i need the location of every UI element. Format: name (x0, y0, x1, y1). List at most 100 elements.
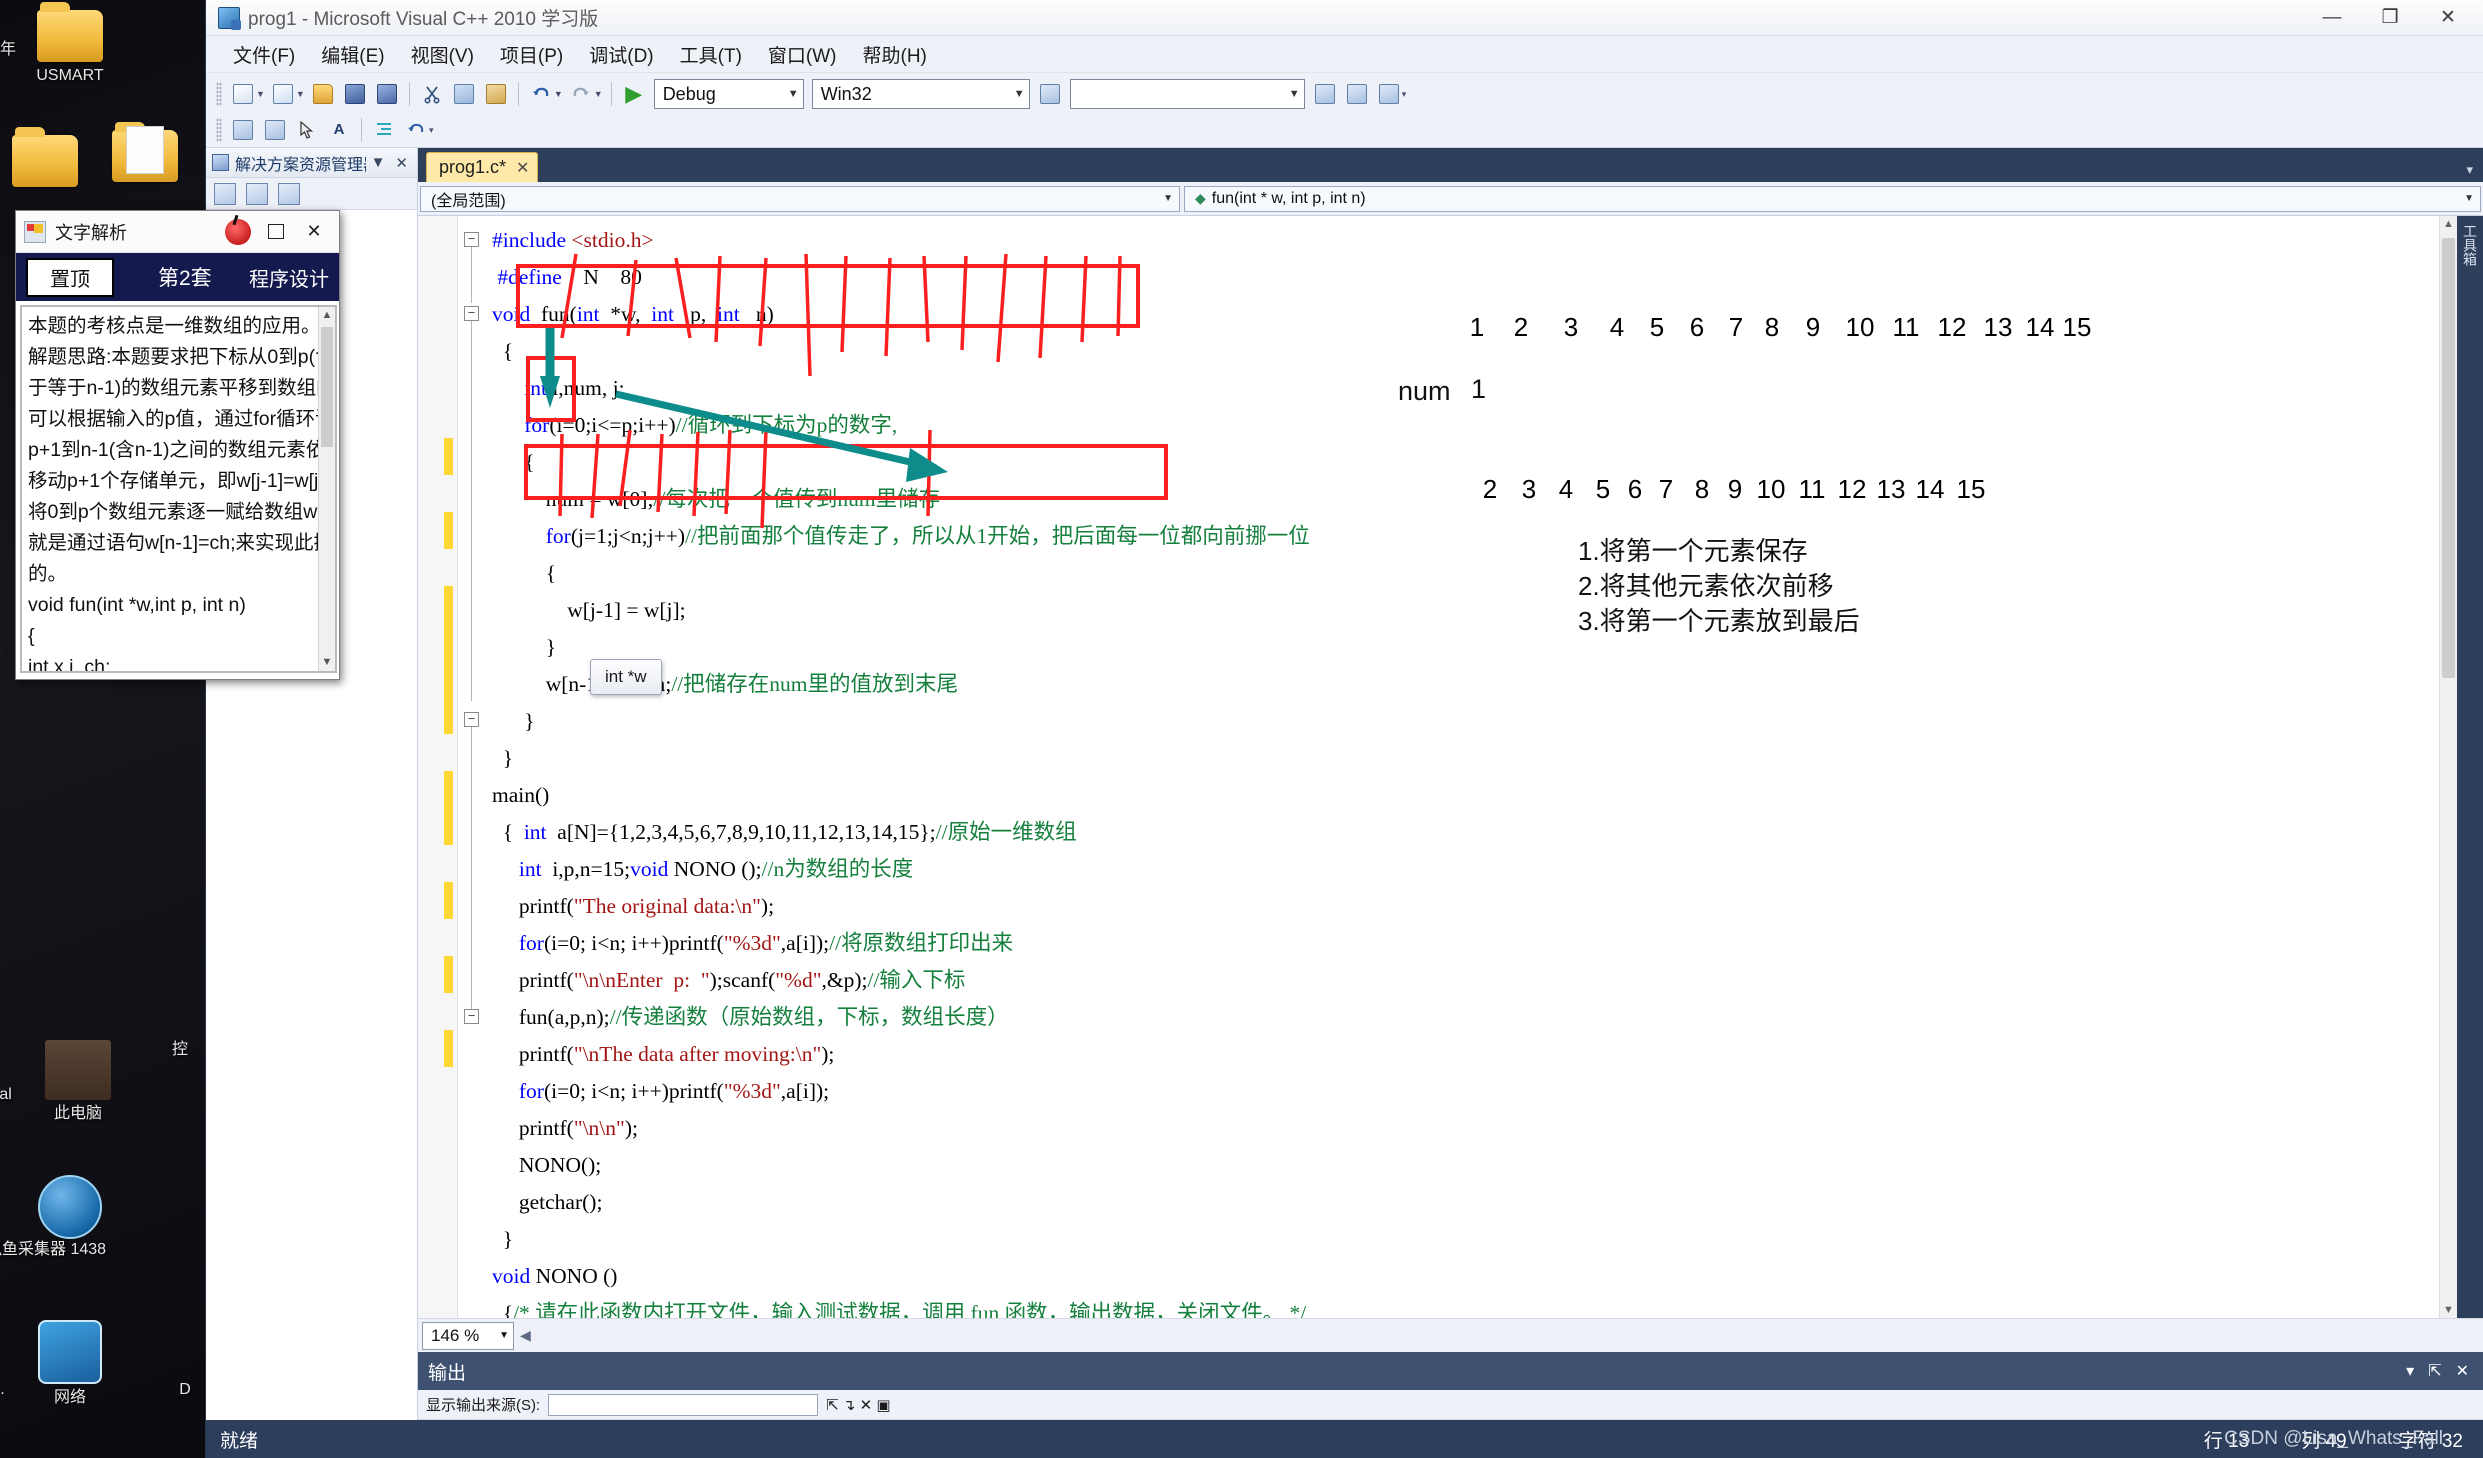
font-button[interactable]: A (324, 115, 354, 145)
editor-horizontal-scrollbar[interactable] (542, 1325, 2477, 1346)
desktop-icon-this-pc[interactable]: 此电脑 (28, 1040, 128, 1123)
toolbar-separator (610, 82, 612, 106)
array-cell: 7 (1658, 474, 1674, 504)
desktop-icon-documents[interactable] (95, 122, 195, 186)
menu-debug[interactable]: 调试(D) (576, 37, 666, 72)
dropdown-icon[interactable]: ▾ (2406, 1361, 2414, 1381)
new-project-button[interactable] (268, 79, 298, 109)
scrollbar-thumb[interactable] (321, 327, 333, 447)
close-icon[interactable]: ✕ (2456, 1361, 2469, 1381)
menu-project[interactable]: 项目(P) (487, 37, 576, 72)
notification-icon[interactable] (225, 218, 251, 245)
array-cell: 5 (1649, 312, 1665, 342)
fold-toggle-main[interactable]: − (464, 712, 479, 727)
maximize-button[interactable]: ❐ (2361, 1, 2419, 35)
menu-edit[interactable]: 编辑(E) (308, 37, 397, 72)
configuration-combo[interactable]: Debug ▼ (653, 79, 804, 109)
code-surface[interactable]: − − − − #include <stdio.h> #define N 80 … (458, 216, 2439, 1318)
refresh-icon[interactable] (278, 182, 300, 205)
find-combo[interactable]: ▼ (1069, 79, 1305, 109)
tab-overflow-icon[interactable]: ▾ (2466, 162, 2483, 182)
pointer-button[interactable] (292, 115, 322, 145)
scroll-down-icon[interactable]: ▼ (322, 654, 333, 671)
output-source-combo[interactable] (548, 1393, 819, 1416)
parameter-tooltip: int *w (590, 659, 662, 695)
show-all-files-icon[interactable] (246, 182, 268, 205)
cut-button[interactable] (417, 79, 447, 109)
fold-toggle-fun[interactable]: − (464, 306, 479, 321)
start-debug-button[interactable]: ▶ (619, 79, 649, 109)
pin-icon[interactable]: ⇱ (2428, 1361, 2441, 1381)
dialog-line: 的。 (28, 563, 68, 585)
code-editor-area[interactable]: − − − − #include <stdio.h> #define N 80 … (418, 216, 2483, 1318)
desktop-icon-d[interactable]: D (165, 1380, 205, 1399)
change-marker (444, 586, 453, 734)
editor-column: prog1.c* ✕ ▾ (全局范围) ▼ ◆ fun(int * w, int… (418, 148, 2483, 1420)
minimize-button[interactable]: — (2303, 1, 2361, 35)
fold-toggle-include[interactable]: − (464, 232, 479, 247)
menu-view[interactable]: 视图(V) (398, 37, 487, 72)
scroll-down-icon[interactable]: ▼ (2440, 1304, 2457, 1316)
visual-studio-window: prog1 - Microsoft Visual C++ 2010 学习版 — … (205, 0, 2483, 1458)
array-cell: 9 (1727, 474, 1743, 504)
text-analysis-dialog[interactable]: 文字解析 ✕ 置顶 第2套 程序设计 本题的考核点是一维数组的应用。 解题思路:… (15, 210, 340, 680)
member-combo[interactable]: ◆ fun(int * w, int p, int n) ▼ (1184, 185, 2481, 212)
desktop-icon-ect[interactable]: ect... (0, 1380, 40, 1399)
unindent-button[interactable] (401, 115, 431, 145)
desktop-icon-ional[interactable]: ional (0, 1085, 48, 1104)
editor-gutter (418, 216, 458, 1318)
zoom-combo[interactable]: 146 % ▼ (422, 1321, 514, 1350)
menu-help[interactable]: 帮助(H) (850, 37, 940, 72)
desktop-icon-octopus-collector[interactable] (20, 1175, 120, 1243)
dock-tab-toolbox[interactable]: 工具箱 (2460, 224, 2480, 266)
pin-top-button[interactable]: 置顶 (26, 257, 114, 297)
tab-prog1-c[interactable]: prog1.c* ✕ (426, 152, 539, 182)
close-button[interactable]: ✕ (2419, 1, 2477, 35)
open-folder-icon (312, 84, 333, 104)
panel-close-button[interactable]: ✕ (390, 154, 413, 172)
dialog-title-bar[interactable]: 文字解析 ✕ (16, 211, 339, 253)
redo-button[interactable] (566, 79, 596, 109)
desktop-icon-s8[interactable]: s 8 (0, 1058, 26, 1077)
save-button[interactable] (340, 79, 370, 109)
dialog-scrollbar[interactable]: ▲ ▼ (318, 307, 335, 671)
toolbar-grip[interactable] (216, 118, 222, 142)
menu-tools[interactable]: 工具(T) (667, 37, 755, 72)
dialog-maximize-button[interactable] (257, 217, 295, 247)
toolbar-grip[interactable] (216, 82, 222, 106)
step-button[interactable] (260, 115, 290, 145)
window-list-button[interactable] (1374, 79, 1404, 109)
new-file-button[interactable] (228, 79, 258, 109)
scroll-up-icon[interactable]: ▲ (2440, 218, 2457, 230)
open-file-button[interactable] (308, 79, 338, 109)
copy-button[interactable] (449, 79, 479, 109)
platform-combo[interactable]: Win32 ▼ (811, 79, 1030, 109)
output-toolbar-icons[interactable]: ⇱ ↴ ✕ ▣ (826, 1396, 890, 1414)
scrollbar-thumb[interactable] (2442, 238, 2455, 678)
bookmark-button[interactable] (1342, 79, 1372, 109)
indent-button[interactable] (369, 115, 399, 145)
menu-window[interactable]: 窗口(W) (755, 37, 850, 72)
scroll-up-icon[interactable]: ▲ (322, 307, 333, 324)
find-in-files-button[interactable] (1310, 79, 1340, 109)
array-cell: 2 (1482, 474, 1498, 504)
undo-button[interactable] (526, 79, 556, 109)
desktop-icon-control[interactable]: 控 (160, 1040, 200, 1059)
dialog-close-button[interactable]: ✕ (295, 217, 333, 247)
find-scope-button[interactable] (1035, 79, 1065, 109)
save-all-button[interactable] (372, 79, 402, 109)
panel-dropdown-button[interactable]: ▼ (366, 154, 391, 171)
desktop-icon-usmart[interactable]: USMART (20, 2, 120, 85)
scroll-left-icon[interactable]: ◀ (514, 1327, 537, 1344)
scope-combo[interactable]: (全局范围) ▼ (420, 185, 1180, 212)
array-cell: 3 (1563, 312, 1579, 342)
menu-file[interactable]: 文件(F) (220, 37, 308, 72)
editor-vertical-scrollbar[interactable]: ▲ ▼ (2439, 216, 2457, 1318)
desktop-icon-year[interactable]: 年 (0, 40, 28, 59)
properties-icon[interactable] (214, 182, 236, 205)
close-icon[interactable]: ✕ (516, 158, 529, 178)
desktop-icon-partial-folder[interactable] (0, 127, 95, 191)
paste-button[interactable] (481, 79, 511, 109)
toggle-solution-button[interactable] (228, 115, 258, 145)
fold-toggle-nono[interactable]: − (464, 1009, 479, 1024)
